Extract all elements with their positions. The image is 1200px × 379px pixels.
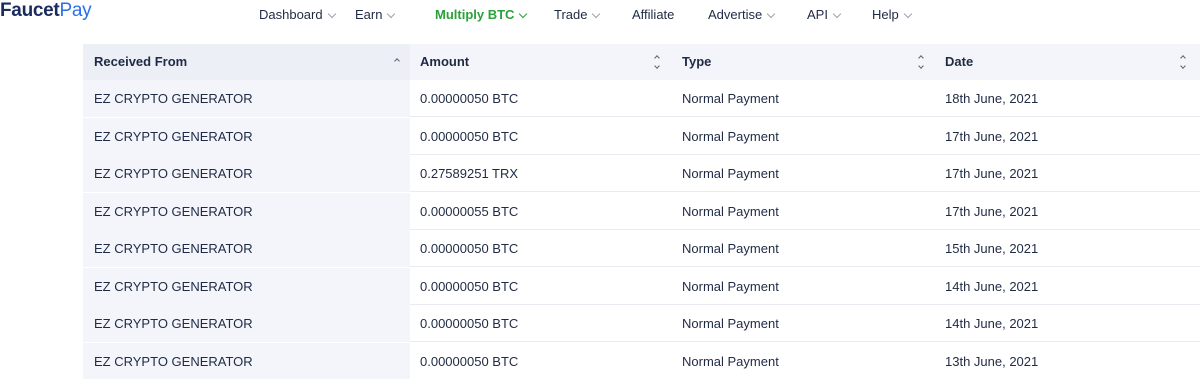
nav-help[interactable]: Help: [872, 6, 912, 24]
cell-amount: 0.27589251 TRX: [420, 166, 519, 181]
sort-icon[interactable]: [652, 44, 662, 80]
nav-advertise-label: Advertise: [708, 7, 763, 22]
table-row: EZ CRYPTO GENERATOR 0.27589251 TRX Normal …: [83, 155, 1200, 192]
column-header-label: Amount: [420, 54, 470, 69]
nav-affiliate-label: Affiliate: [632, 7, 675, 22]
cell-received-from: EZ CRYPTO GENERATOR: [83, 155, 410, 192]
cell-amount: 0.00000050 BTC: [420, 316, 519, 331]
chevron-down-icon: [327, 9, 336, 18]
cell-date: 14th June, 2021: [945, 278, 1039, 294]
nav-dashboard-label: Dashboard: [259, 7, 323, 22]
cell-received-from: EZ CRYPTO GENERATOR: [83, 267, 410, 305]
nav-help-label: Help: [872, 7, 899, 22]
faucetpay-logo[interactable]: FaucetPay: [0, 0, 92, 26]
chevron-down-icon: [592, 9, 601, 18]
cell-received-from: EZ CRYPTO GENERATOR: [83, 230, 410, 267]
chevron-down-icon: [387, 9, 396, 18]
nav-api-label: API: [807, 7, 828, 22]
nav-affiliate[interactable]: Affiliate: [632, 6, 674, 24]
cell-received-from: EZ CRYPTO GENERATOR: [83, 342, 410, 379]
table-row: EZ CRYPTO GENERATOR 0.00000050 BTC Normal …: [83, 117, 1200, 155]
chevron-down-icon: [903, 9, 912, 18]
cell-received-from: EZ CRYPTO GENERATOR: [83, 305, 410, 342]
top-navbar: FaucetPay Dashboard Earn Multiply BTC Tr…: [0, 0, 1200, 44]
cell-type: Normal Payment: [682, 166, 779, 181]
cell-date: 17th June, 2021: [945, 128, 1039, 144]
cell-type: Normal Payment: [682, 241, 779, 256]
cell-type: Normal Payment: [682, 91, 779, 106]
nav-earn[interactable]: Earn: [355, 6, 396, 24]
nav-dashboard[interactable]: Dashboard: [259, 6, 336, 24]
cell-amount: 0.00000055 BTC: [420, 203, 519, 219]
cell-amount: 0.00000050 BTC: [420, 241, 519, 256]
nav-multiply-btc-label: Multiply BTC: [435, 7, 515, 22]
table-row: EZ CRYPTO GENERATOR 0.00000050 BTC Normal …: [83, 267, 1200, 305]
cell-received-from: EZ CRYPTO GENERATOR: [83, 80, 410, 117]
cell-date: 17th June, 2021: [945, 166, 1039, 181]
cell-date: 15th June, 2021: [945, 241, 1039, 256]
table-row: EZ CRYPTO GENERATOR 0.00000050 BTC Normal …: [83, 342, 1200, 379]
table-header: Received From Amount Type Date: [83, 44, 1200, 80]
column-header-amount[interactable]: Amount: [410, 44, 672, 80]
column-header-label: Type: [682, 54, 712, 69]
payments-table: Received From Amount Type Date EZ CRYPTO…: [83, 44, 1200, 379]
chevron-down-icon: [766, 9, 776, 18]
nav-trade[interactable]: Trade: [554, 6, 601, 24]
cell-type: Normal Payment: [682, 353, 779, 369]
column-header-received-from[interactable]: Received From: [83, 44, 410, 80]
cell-received-from: EZ CRYPTO GENERATOR: [83, 192, 410, 230]
cell-date: 18th June, 2021: [945, 91, 1039, 106]
cell-type: Normal Payment: [682, 203, 779, 219]
nav-api[interactable]: API: [807, 6, 842, 24]
chevron-down-icon: [519, 9, 528, 18]
cell-amount: 0.00000050 BTC: [420, 278, 519, 294]
cell-date: 17th June, 2021: [945, 203, 1039, 219]
cell-type: Normal Payment: [682, 316, 779, 331]
sort-icon[interactable]: [1178, 44, 1188, 80]
cell-type: Normal Payment: [682, 278, 779, 294]
table-row: EZ CRYPTO GENERATOR 0.00000050 BTC Normal …: [83, 230, 1200, 267]
sort-ascending-icon[interactable]: [392, 44, 402, 80]
nav-multiply-btc[interactable]: Multiply BTC: [435, 6, 528, 24]
cell-date: 14th June, 2021: [945, 316, 1039, 331]
logo-text-pay: Pay: [59, 0, 92, 21]
cell-amount: 0.00000050 BTC: [420, 353, 519, 369]
column-header-type[interactable]: Type: [672, 44, 934, 80]
logo-text-faucet: Faucet: [0, 0, 60, 21]
column-header-label: Date: [945, 54, 974, 69]
cell-received-from: EZ CRYPTO GENERATOR: [83, 117, 410, 155]
cell-amount: 0.00000050 BTC: [420, 91, 519, 106]
table-row: EZ CRYPTO GENERATOR 0.00000055 BTC Normal …: [83, 192, 1200, 230]
cell-date: 13th June, 2021: [945, 353, 1039, 369]
nav-trade-label: Trade: [554, 7, 588, 22]
sort-icon[interactable]: [916, 44, 926, 80]
cell-type: Normal Payment: [682, 128, 779, 144]
table-row: EZ CRYPTO GENERATOR 0.00000050 BTC Normal …: [83, 305, 1200, 342]
chevron-down-icon: [832, 9, 842, 18]
nav-advertise[interactable]: Advertise: [708, 6, 776, 24]
cell-amount: 0.00000050 BTC: [420, 128, 519, 144]
table-row: EZ CRYPTO GENERATOR 0.00000050 BTC Normal …: [83, 80, 1200, 117]
nav-earn-label: Earn: [355, 7, 383, 22]
column-header-date[interactable]: Date: [935, 44, 1200, 80]
column-header-label: Received From: [94, 54, 188, 69]
